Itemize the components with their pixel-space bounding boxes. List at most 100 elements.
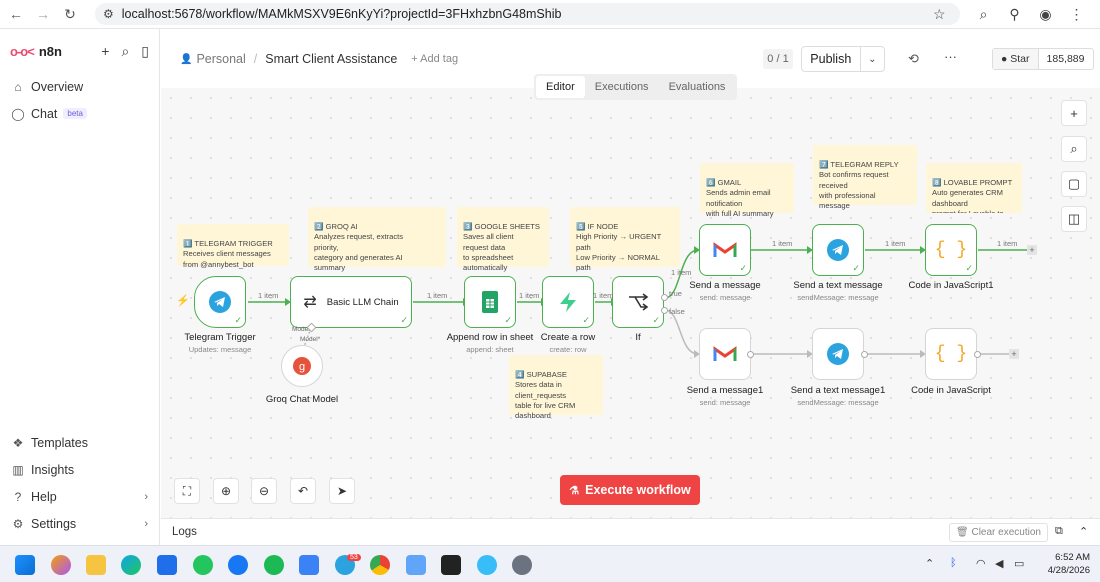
publish-counter: 0 / 1 xyxy=(763,49,793,69)
zoom-in-icon[interactable]: ⊕ xyxy=(213,478,239,504)
sticky-note-groq-ai[interactable]: 2️⃣ GROQ AI Analyzes request, extracts pr… xyxy=(308,207,446,272)
search-icon[interactable]: ⌕ xyxy=(121,43,129,60)
forward-icon[interactable]: → xyxy=(32,3,54,25)
file-explorer-icon[interactable] xyxy=(86,555,106,575)
node-label: Send a message1 xyxy=(686,385,764,396)
groq-icon: g xyxy=(293,357,311,375)
copilot-icon[interactable] xyxy=(51,555,71,575)
output-port[interactable] xyxy=(861,351,868,358)
screen-search-icon[interactable]: ⌕ xyxy=(968,6,999,23)
sidebar-item-help[interactable]: ? Help › xyxy=(0,483,160,510)
undo-icon[interactable]: ↶ xyxy=(290,478,316,504)
bluetooth-icon[interactable]: ᛒ xyxy=(950,557,957,569)
spotify-icon[interactable] xyxy=(264,555,284,575)
tray-expand-icon[interactable]: ⌃ xyxy=(925,557,934,570)
sticky-note-icon[interactable]: ▢ xyxy=(1061,171,1087,197)
sticky-note-telegram-trigger[interactable]: 1️⃣ TELEGRAM TRIGGER Receives client mess… xyxy=(177,224,289,269)
search-nodes-icon[interactable]: ⌕ xyxy=(1061,136,1087,162)
sidebar-item-label: Settings xyxy=(31,516,77,531)
sticky-note-gmail[interactable]: 6️⃣ GMAIL Sends admin email notification … xyxy=(700,163,794,218)
battery-icon[interactable]: ▭ xyxy=(1014,557,1024,570)
profile-icon[interactable]: ◉ xyxy=(1030,6,1061,23)
sticky-note-telegram-reply[interactable]: 7️⃣ TELEGRAM REPLY Bot confirms request r… xyxy=(813,145,917,210)
sticky-note-lovable-prompt[interactable]: 8️⃣ LOVABLE PROMPT Auto generates CRM das… xyxy=(926,163,1022,213)
node-code-javascript1[interactable]: { } ✓ xyxy=(925,224,977,276)
system-clock[interactable]: 6:52 AM 4/28/2026 xyxy=(1035,551,1090,577)
sidebar-item-chat[interactable]: ◯ Chat beta xyxy=(0,100,159,127)
false-output-port[interactable] xyxy=(661,307,668,314)
more-options-icon[interactable]: ··· xyxy=(944,49,957,64)
expand-icon[interactable]: ⌃ xyxy=(1079,525,1088,538)
output-port[interactable] xyxy=(747,351,754,358)
workflow-canvas[interactable]: Editor Executions Evaluations 1️⃣ TELEGR… xyxy=(161,74,1100,518)
browser-menu-icon[interactable]: ⋮ xyxy=(1061,6,1092,23)
edge-icon[interactable] xyxy=(121,555,141,575)
notification-badge: 53 xyxy=(347,554,361,561)
wifi-icon[interactable]: ◠ xyxy=(976,557,986,570)
project-link[interactable]: Personal xyxy=(196,52,245,66)
node-if[interactable]: ✓ xyxy=(612,276,664,328)
app-icon[interactable] xyxy=(299,555,319,575)
node-send-text-message[interactable]: ✓ xyxy=(812,224,864,276)
node-telegram-trigger[interactable]: ✓ xyxy=(194,276,246,328)
store-icon[interactable] xyxy=(157,555,177,575)
workflow-name[interactable]: Smart Client Assistance xyxy=(265,52,397,66)
chrome-icon[interactable] xyxy=(370,555,390,575)
terminal-icon[interactable] xyxy=(441,555,461,575)
site-info-icon[interactable]: ⚙ xyxy=(103,7,114,21)
add-icon[interactable]: + xyxy=(101,43,109,60)
bookmark-star-icon[interactable]: ☆ xyxy=(933,6,946,23)
whatsapp-icon[interactable] xyxy=(193,555,213,575)
node-append-row[interactable]: ✓ xyxy=(464,276,516,328)
add-node-plus-icon[interactable]: + xyxy=(1009,349,1019,359)
node-groq-chat-model[interactable]: g xyxy=(281,345,323,387)
sidebar-item-settings[interactable]: ⚙ Settings › xyxy=(0,510,160,537)
github-star-button[interactable]: ● Star 185,889 xyxy=(992,48,1094,70)
node-send-message[interactable]: ✓ xyxy=(699,224,751,276)
clear-execution-button[interactable]: 🗑 Clear execution xyxy=(949,523,1048,542)
node-code-javascript[interactable]: { } xyxy=(925,328,977,380)
fit-view-icon[interactable]: ⛶ xyxy=(174,478,200,504)
zoom-out-icon[interactable]: ⊖ xyxy=(251,478,277,504)
notepad-icon[interactable] xyxy=(406,555,426,575)
node-create-row[interactable]: ✓ xyxy=(542,276,594,328)
app-icon[interactable] xyxy=(477,555,497,575)
node-send-message1[interactable] xyxy=(699,328,751,380)
facebook-icon[interactable] xyxy=(228,555,248,575)
node-send-text-message1[interactable] xyxy=(812,328,864,380)
add-node-icon[interactable]: + xyxy=(1061,100,1087,126)
logs-title[interactable]: Logs xyxy=(172,526,197,538)
node-subtitle: sendMessage: message xyxy=(797,398,879,407)
popout-icon[interactable]: ⧉ xyxy=(1055,525,1063,538)
volume-icon[interactable]: ◀ xyxy=(995,557,1003,570)
if-branch-icon xyxy=(629,293,649,311)
history-icon[interactable]: ⟲ xyxy=(908,51,919,67)
chevron-down-icon[interactable]: ⌄ xyxy=(861,54,884,65)
back-icon[interactable]: ← xyxy=(5,3,27,25)
start-icon[interactable] xyxy=(15,555,35,575)
publish-button[interactable]: Publish xyxy=(802,47,861,71)
sticky-note-supabase[interactable]: 4️⃣ SUPABASE Stores data in client_reques… xyxy=(509,355,603,420)
sidebar-item-templates[interactable]: ❖ Templates xyxy=(0,429,160,456)
add-tag-button[interactable]: + Add tag xyxy=(411,53,458,65)
node-basic-llm-chain[interactable]: ⇄ Basic LLM Chain ✓ xyxy=(290,276,412,328)
execute-workflow-button[interactable]: ⚗ Execute workflow xyxy=(560,475,700,505)
panel-toggle-icon[interactable]: ◫ xyxy=(1061,206,1087,232)
sidebar-item-insights[interactable]: ▥ Insights xyxy=(0,456,160,483)
sidebar-item-overview[interactable]: ⌂ Overview xyxy=(0,73,159,100)
node-subtitle: send: message xyxy=(699,293,751,302)
reload-icon[interactable]: ↻ xyxy=(59,3,81,25)
sticky-note-if-node[interactable]: 5️⃣ IF NODE High Priority → URGENT path L… xyxy=(570,207,680,272)
output-port[interactable] xyxy=(974,351,981,358)
settings-taskbar-icon[interactable] xyxy=(512,555,532,575)
collapse-sidebar-icon[interactable]: ▯ xyxy=(141,43,149,60)
flask-icon: ⚗ xyxy=(569,484,580,497)
add-node-plus-icon[interactable]: + xyxy=(1027,245,1037,255)
sticky-note-google-sheets[interactable]: 3️⃣ GOOGLE SHEETS Saves all client reques… xyxy=(457,207,549,272)
trash-icon: 🗑 xyxy=(956,527,969,538)
address-bar[interactable]: ⚙ localhost:5678/workflow/MAMkMSXV9E6nKy… xyxy=(95,3,960,25)
sidebar: o-o< n8n + ⌕ ▯ ⌂ Overview ◯ Chat beta ❖ … xyxy=(0,29,160,545)
extensions-icon[interactable]: ⚲ xyxy=(999,6,1030,23)
supabase-icon xyxy=(560,292,576,312)
pointer-icon[interactable]: ➤ xyxy=(329,478,355,504)
